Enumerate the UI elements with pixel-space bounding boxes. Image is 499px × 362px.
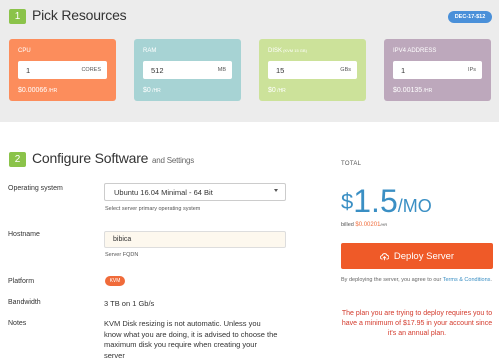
billed-prefix: billed	[341, 222, 356, 228]
cpu-card: CPU 1 CORES $0.00066 /HR	[9, 39, 116, 101]
terms-suffix: .	[490, 277, 492, 283]
billed-per: /HR	[380, 222, 388, 227]
ram-card: RAM 512 MB $0 /HR	[134, 39, 241, 101]
ram-price: $0 /HR	[143, 87, 161, 94]
disk-label-sub: (KVM 15 GB)	[282, 48, 307, 53]
step-1-badge: 1	[9, 9, 26, 24]
annual-plan-warning: The plan you are trying to deploy requir…	[341, 310, 493, 337]
disk-price-per: /HR	[275, 88, 286, 94]
ipv4-label-text: IPV4 ADDRESS	[393, 48, 437, 54]
cpu-price: $0.00066 /HR	[18, 87, 57, 94]
ipv4-price-per: /HR	[422, 88, 433, 94]
ram-label: RAM	[143, 48, 156, 54]
hostname-hint: Server FQDN	[105, 252, 139, 258]
cpu-input[interactable]: 1 CORES	[18, 61, 107, 79]
pick-resources-title: Pick Resources	[32, 7, 127, 23]
ram-input[interactable]: 512 MB	[143, 61, 232, 79]
ram-unit: MB	[217, 67, 226, 73]
cpu-price-per: /HR	[47, 88, 58, 94]
configure-software-title: Configure Software and Settings	[32, 150, 194, 166]
disk-price-amount: $0	[268, 87, 276, 94]
ipv4-card: IPV4 ADDRESS 1 IPs $0.00135 /HR	[384, 39, 491, 101]
total-label: TOTAL	[341, 161, 362, 167]
cpu-price-amount: $0.00066	[18, 87, 48, 94]
notes-label: Notes	[8, 320, 27, 327]
hostname-label: Hostname	[8, 231, 40, 238]
terms-notice: By deploying the server, you agree to ou…	[341, 276, 496, 284]
total-price-per: /MO	[397, 196, 432, 216]
hostname-value: bibica	[113, 236, 132, 243]
cpu-label: CPU	[18, 48, 31, 54]
ram-label-text: RAM	[143, 48, 157, 54]
terms-link[interactable]: Terms & Conditions	[443, 277, 491, 283]
platform-kvm-badge: KVM	[105, 276, 125, 286]
os-select-value: Ubuntu 16.04 Minimal - 64 Bit	[114, 188, 213, 197]
deploy-server-button[interactable]: Deploy Server	[341, 243, 493, 269]
notes-text: KVM Disk resizing is not automatic. Unle…	[104, 319, 278, 360]
disk-price: $0 /HR	[268, 87, 286, 94]
total-price-dollar: $	[341, 189, 354, 214]
disk-card: DISK (KVM 15 GB) 15 GBs $0 /HR	[259, 39, 366, 101]
disk-label-text: DISK	[268, 48, 283, 54]
disk-label: DISK (KVM 15 GB)	[268, 48, 307, 54]
ram-price-per: /HR	[150, 88, 161, 94]
disk-value: 15	[276, 66, 285, 75]
os-select[interactable]: Ubuntu 16.04 Minimal - 64 Bit	[104, 183, 286, 201]
total-price: $1.5/MO	[341, 183, 432, 220]
ipv4-label: IPV4 ADDRESS	[393, 48, 436, 54]
caret-down-icon	[274, 189, 278, 192]
cpu-label-text: CPU	[18, 48, 31, 54]
billed-hourly: billed $0.00201/HR	[341, 222, 387, 228]
platform-label: Platform	[8, 278, 35, 285]
deploy-server-label: Deploy Server	[393, 250, 455, 262]
os-hint: Select server primary operating system	[105, 206, 201, 212]
pick-resources-section: 1 Pick Resources DEC-17-$12 CPU 1 CORES …	[0, 0, 499, 122]
disk-input[interactable]: 15 GBs	[268, 61, 357, 79]
ram-price-amount: $0	[143, 87, 151, 94]
hostname-input[interactable]: bibica	[104, 231, 286, 248]
configure-software-subtitle: and Settings	[151, 156, 195, 165]
cloud-upload-icon	[379, 252, 389, 260]
step-2-badge: 2	[9, 152, 26, 167]
os-label: Operating system	[8, 185, 63, 192]
ram-value: 512	[151, 66, 164, 75]
billed-amount: $0.00201	[355, 222, 381, 228]
disk-unit: GBs	[340, 67, 351, 73]
ipv4-input[interactable]: 1 IPs	[393, 61, 482, 79]
ipv4-unit: IPs	[468, 67, 476, 73]
terms-prefix: By deploying the server, you agree to ou…	[341, 277, 443, 283]
bandwidth-label: Bandwidth	[8, 299, 41, 306]
ipv4-price: $0.00135 /HR	[393, 87, 432, 94]
cpu-value: 1	[26, 66, 31, 75]
bandwidth-value: 3 TB on 1 Gb/s	[104, 299, 155, 308]
date-badge: DEC-17-$12	[448, 11, 492, 23]
total-price-amount: 1.5	[353, 183, 398, 219]
ipv4-price-amount: $0.00135	[393, 87, 423, 94]
ipv4-value: 1	[401, 66, 406, 75]
cpu-unit: CORES	[81, 67, 101, 73]
configure-software-title-text: Configure Software	[32, 150, 149, 166]
